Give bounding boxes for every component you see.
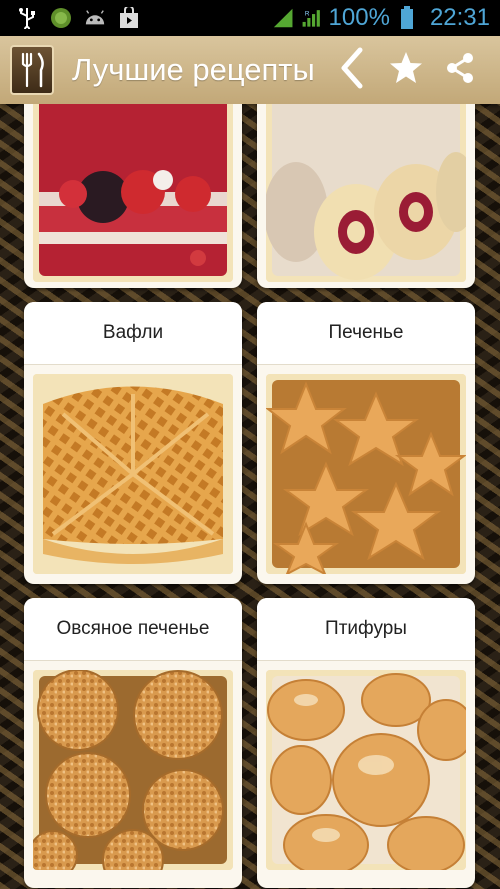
waffles-image <box>33 374 233 574</box>
signal-icon: R <box>301 7 323 29</box>
android-icon <box>84 7 106 29</box>
page-title: Лучшие рецепты <box>72 52 315 87</box>
card-label: Печенье <box>257 302 475 365</box>
recipe-card[interactable] <box>257 104 475 288</box>
action-bar: Лучшие рецепты <box>0 36 500 104</box>
recipe-card-cookies[interactable]: Печенье <box>257 302 475 584</box>
status-bar: R 100% 22:31 <box>0 0 500 36</box>
share-button[interactable] <box>438 44 482 96</box>
store-icon <box>118 7 140 29</box>
swiss-roll-image <box>266 104 466 282</box>
share-icon <box>444 51 476 90</box>
clock: 22:31 <box>429 4 490 31</box>
svg-text:R: R <box>304 11 309 18</box>
recipe-grid: Вафли Печенье Овсяное печенье Птифуры <box>0 104 500 889</box>
usb-icon <box>16 7 38 29</box>
battery-icon <box>396 6 418 29</box>
star-cookies-image <box>266 374 466 574</box>
back-button[interactable] <box>330 44 374 96</box>
battery-percent: 100% <box>328 4 390 31</box>
card-label: Вафли <box>24 302 242 365</box>
app-notification-icon <box>50 7 72 29</box>
fork-knife-icon[interactable] <box>10 45 54 95</box>
recipe-card-oat-cookies[interactable]: Овсяное печенье <box>24 598 242 888</box>
berry-cake-image <box>33 104 233 282</box>
petit-fours-image <box>266 670 466 870</box>
card-label: Птифуры <box>257 598 475 661</box>
recipe-card-petit-fours[interactable]: Птифуры <box>257 598 475 888</box>
oat-cookies-image <box>33 670 233 870</box>
star-icon <box>388 50 424 91</box>
back-icon <box>338 47 366 94</box>
recipe-card-waffles[interactable]: Вафли <box>24 302 242 584</box>
wifi-icon <box>273 7 295 29</box>
favorite-button[interactable] <box>384 44 428 96</box>
recipe-card[interactable] <box>24 104 242 288</box>
card-label: Овсяное печенье <box>24 598 242 661</box>
